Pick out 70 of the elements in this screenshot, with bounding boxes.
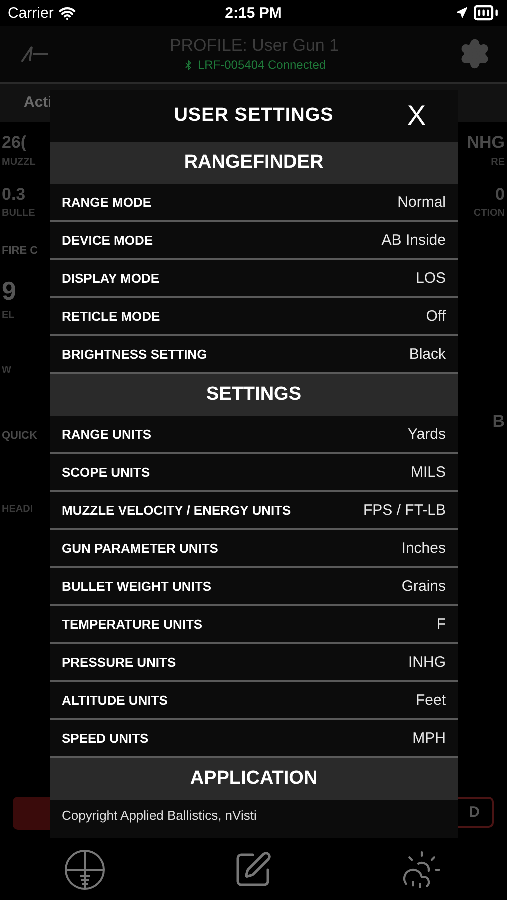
setting-label: DISPLAY MODE xyxy=(62,270,160,286)
carrier-label: Carrier xyxy=(8,4,54,22)
setting-label: GUN PARAMETER UNITS xyxy=(62,540,218,556)
setting-row[interactable]: BULLET WEIGHT UNITS Grains xyxy=(50,568,458,606)
setting-label: BRIGHTNESS SETTING xyxy=(62,346,208,362)
background-label: 0 xyxy=(496,186,505,204)
setting-value: Yards xyxy=(408,426,446,442)
setting-label: PRESSURE UNITS xyxy=(62,654,176,670)
setting-value: Black xyxy=(409,346,446,362)
setting-value: FPS / FT-LB xyxy=(363,502,446,518)
setting-label: DEVICE MODE xyxy=(62,232,154,248)
section-header: RANGEFINDER xyxy=(50,142,458,184)
bluetooth-icon xyxy=(182,60,194,70)
background-label: W xyxy=(2,365,12,376)
setting-row[interactable]: RETICLE MODE Off xyxy=(50,298,458,336)
dialog-title: USER SETTINGS xyxy=(174,105,334,127)
background-label: NHG xyxy=(467,134,505,153)
setting-value: Normal xyxy=(398,194,446,210)
background-label: 9 xyxy=(2,277,16,306)
setting-row[interactable]: RANGE UNITS Yards xyxy=(50,416,458,454)
section-header: APPLICATION xyxy=(50,758,458,800)
setting-value: MILS xyxy=(410,464,446,480)
setting-row[interactable]: DEVICE MODE AB Inside xyxy=(50,222,458,260)
setting-value: Inches xyxy=(402,540,446,556)
background-label: MUZZL xyxy=(2,156,36,168)
location-icon xyxy=(456,7,468,19)
setting-value: MPH xyxy=(412,730,446,746)
background-label: RE xyxy=(491,156,505,168)
background-label: FIRE C xyxy=(2,245,38,258)
section-header: SETTINGS xyxy=(50,374,458,416)
setting-row[interactable]: MUZZLE VELOCITY / ENERGY UNITS FPS / FT-LB xyxy=(50,492,458,530)
background-label: EL xyxy=(2,310,15,322)
setting-label: RANGE UNITS xyxy=(62,426,152,442)
scope-icon[interactable] xyxy=(64,849,106,891)
setting-row[interactable]: SCOPE UNITS MILS xyxy=(50,454,458,492)
setting-value: LOS xyxy=(416,270,446,286)
background-label: HEADI xyxy=(2,504,34,516)
setting-row[interactable]: ALTITUDE UNITS Feet xyxy=(50,682,458,720)
info-text: Copyright Applied Ballistics, nVisti xyxy=(61,807,258,825)
setting-label: ALTITUDE UNITS xyxy=(62,692,168,708)
close-button[interactable]: X xyxy=(407,100,426,132)
setting-row[interactable]: PRESSURE UNITS INHG xyxy=(50,644,458,682)
setting-row[interactable]: GUN PARAMETER UNITS Inches xyxy=(50,530,458,568)
weather-icon[interactable] xyxy=(401,849,444,891)
setting-row[interactable]: TEMPERATURE UNITS F xyxy=(50,606,458,644)
setting-label: TEMPERATURE UNITS xyxy=(62,616,203,632)
wifi-icon xyxy=(58,4,76,22)
background-label: BULLE xyxy=(2,208,36,220)
background-label: QUICK xyxy=(2,430,38,442)
background-label: CTION xyxy=(474,208,505,220)
logo-icon xyxy=(20,44,50,64)
connection-status: LRF-005404 Connected xyxy=(198,58,326,72)
setting-value: Off xyxy=(426,308,446,324)
setting-label: RANGE MODE xyxy=(62,194,152,210)
setting-label: BULLET WEIGHT UNITS xyxy=(62,578,212,594)
setting-label: SCOPE UNITS xyxy=(62,464,150,480)
setting-value: Grains xyxy=(402,578,446,594)
background-label: 26( xyxy=(2,134,27,153)
clock: 2:15 PM xyxy=(225,4,282,22)
background-label: B xyxy=(492,413,505,432)
setting-row[interactable]: RANGE MODE Normal xyxy=(50,184,458,222)
setting-label: SPEED UNITS xyxy=(62,730,149,746)
background-label: 0.3 xyxy=(2,186,26,204)
setting-value: F xyxy=(436,616,446,632)
setting-label: MUZZLE VELOCITY / ENERGY UNITS xyxy=(62,502,292,518)
setting-label: RETICLE MODE xyxy=(62,308,160,324)
setting-value: Feet xyxy=(416,692,446,708)
setting-row[interactable]: DISPLAY MODE LOS xyxy=(50,260,458,298)
setting-value: INHG xyxy=(408,654,446,670)
setting-value: AB Inside xyxy=(382,232,446,248)
